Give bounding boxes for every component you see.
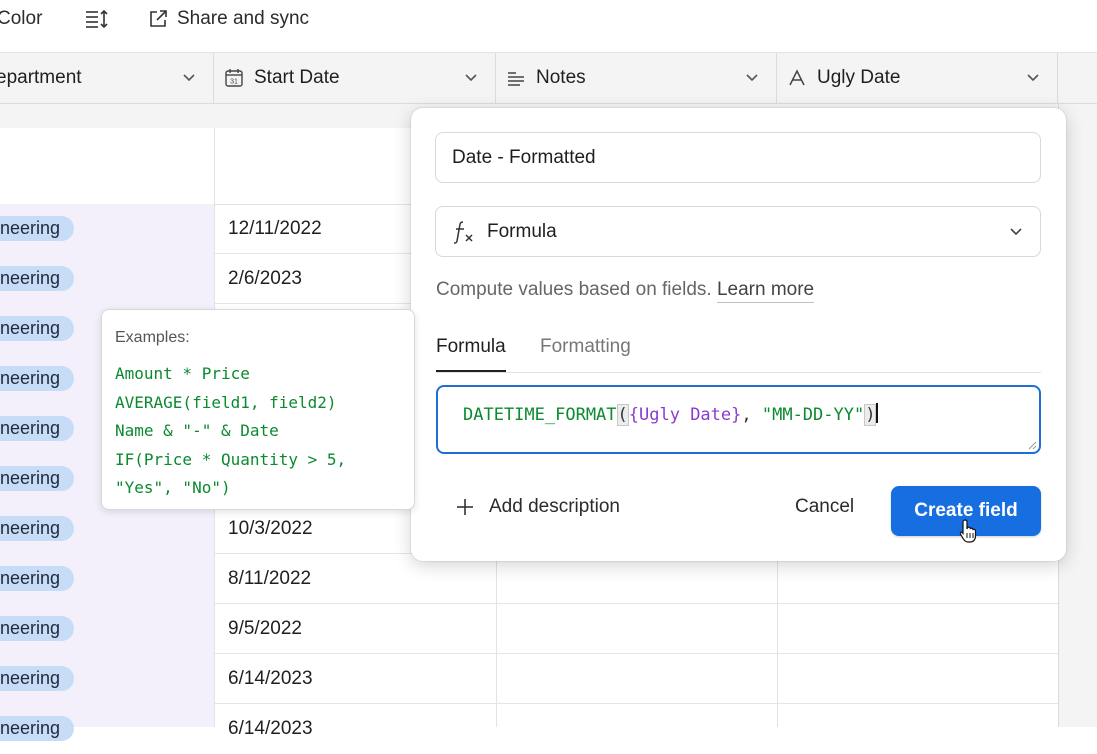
tab-formatting[interactable]: Formatting	[540, 336, 631, 370]
example-line: IF(Price * Quantity > 5,	[115, 449, 347, 469]
table-row[interactable]: neering 6/14/2023	[0, 654, 1058, 704]
formula-fx-icon	[453, 221, 473, 244]
department-pill: neering	[0, 466, 75, 491]
notes-cell[interactable]	[496, 704, 778, 727]
table-row[interactable]: neering 8/11/2022	[0, 554, 1058, 604]
department-pill: neering	[0, 416, 75, 441]
plus-icon	[457, 499, 473, 515]
formula-function: DATETIME_FORMAT	[463, 405, 617, 425]
formula-field-reference: {Ugly Date}	[628, 405, 742, 425]
notes-cell[interactable]	[496, 604, 778, 654]
department-pill: neering	[0, 716, 75, 741]
tab-formula[interactable]: Formula	[436, 336, 506, 372]
formula-close-paren: )	[864, 404, 877, 426]
long-text-icon	[506, 68, 526, 88]
add-column-cell[interactable]	[1058, 53, 1097, 103]
notes-cell[interactable]	[496, 654, 778, 704]
field-name-input[interactable]: Date - Formatted	[435, 132, 1041, 183]
color-label: Color	[0, 8, 43, 29]
formula-code: DATETIME_FORMAT({Ugly Date}, "MM-DD-YY")	[463, 403, 879, 426]
formula-open-paren: (	[616, 404, 629, 426]
examples-list: Amount * Price AVERAGE(field1, field2) Nam…	[115, 360, 346, 503]
column-header-ugly-date[interactable]: Ugly Date	[777, 53, 1058, 103]
formula-examples-tooltip: Examples: Amount * Price AVERAGE(field1, …	[101, 309, 415, 510]
chevron-down-icon[interactable]	[744, 70, 760, 86]
svg-text:31: 31	[230, 79, 238, 86]
table-row[interactable]: neering 6/14/2023	[0, 704, 1059, 741]
column-label: Ugly Date	[817, 67, 901, 88]
add-description-button[interactable]: Add description	[455, 496, 620, 518]
ugly-date-cell[interactable]	[777, 554, 1059, 604]
department-pill: neering	[0, 366, 75, 391]
ugly-date-cell[interactable]	[777, 704, 1059, 727]
department-pill: neering	[0, 666, 75, 691]
department-pill: neering	[0, 216, 75, 241]
formula-tabs: Formula Formatting	[436, 336, 1041, 373]
row-height-icon	[86, 9, 108, 29]
column-label: Notes	[536, 67, 586, 88]
color-button[interactable]: Color	[0, 6, 42, 32]
add-description-label: Add description	[489, 496, 620, 517]
start-date-cell[interactable]: 9/5/2022	[214, 604, 496, 654]
example-line: AVERAGE(field1, field2)	[115, 392, 337, 412]
start-date-cell[interactable]: 6/14/2023	[214, 704, 496, 739]
start-date-cell[interactable]: 6/14/2023	[214, 654, 496, 704]
column-header-notes[interactable]: Notes	[496, 53, 777, 103]
examples-title: Examples:	[115, 329, 190, 346]
start-date-cell[interactable]: 8/11/2022	[214, 554, 496, 604]
text-A-icon	[787, 68, 807, 88]
formula-editor[interactable]: DATETIME_FORMAT({Ugly Date}, "MM-DD-YY")	[436, 385, 1041, 454]
example-line: Amount * Price	[115, 364, 250, 383]
example-line: "Yes", "No")	[115, 478, 231, 497]
department-pill: neering	[0, 266, 75, 291]
column-header-start-date[interactable]: 31 Start Date	[214, 53, 496, 103]
column-header-department[interactable]: epartment	[0, 53, 214, 103]
field-type-label: Formula	[487, 221, 557, 242]
column-label: Start Date	[254, 67, 340, 88]
share-and-sync-button[interactable]: Share and sync	[148, 6, 309, 32]
table-row[interactable]: neering 9/5/2022	[0, 604, 1058, 654]
resize-handle-icon[interactable]	[1027, 440, 1037, 450]
ugly-date-cell[interactable]	[777, 604, 1059, 654]
field-type-description: Compute values based on fields. Learn mo…	[436, 279, 815, 303]
chevron-down-icon	[1010, 228, 1022, 236]
grid-header: epartment 31 Start Date Notes Ugly Date	[0, 53, 1097, 104]
example-line: Name & "-" & Date	[115, 421, 279, 440]
cancel-button[interactable]: Cancel	[795, 496, 854, 518]
column-label: epartment	[0, 67, 82, 88]
chevron-down-icon[interactable]	[1025, 70, 1041, 86]
chevron-down-icon[interactable]	[463, 70, 479, 86]
formula-string: "MM-DD-YY"	[761, 405, 865, 425]
calendar-icon: 31	[224, 68, 244, 88]
chevron-down-icon[interactable]	[181, 70, 197, 86]
notes-cell[interactable]	[496, 554, 778, 604]
formula-separator: ,	[741, 405, 762, 425]
department-pill: neering	[0, 566, 75, 591]
toolbar: Color Share and sync	[0, 0, 1097, 53]
department-pill: neering	[0, 616, 75, 641]
learn-more-link[interactable]: Learn more	[716, 279, 815, 303]
share-label: Share and sync	[177, 8, 310, 29]
ugly-date-cell[interactable]	[777, 654, 1059, 704]
field-type-select[interactable]: Formula	[435, 206, 1041, 257]
row-height-button[interactable]	[84, 6, 110, 32]
text-cursor	[876, 403, 879, 423]
hand-pointer-cursor-icon	[959, 519, 977, 543]
department-pill: neering	[0, 516, 75, 541]
field-config-popover: Date - Formatted Formula Compute values …	[411, 108, 1066, 561]
share-external-icon	[150, 10, 167, 27]
description-text: Compute values based on fields.	[436, 279, 712, 300]
department-pill: neering	[0, 316, 75, 341]
